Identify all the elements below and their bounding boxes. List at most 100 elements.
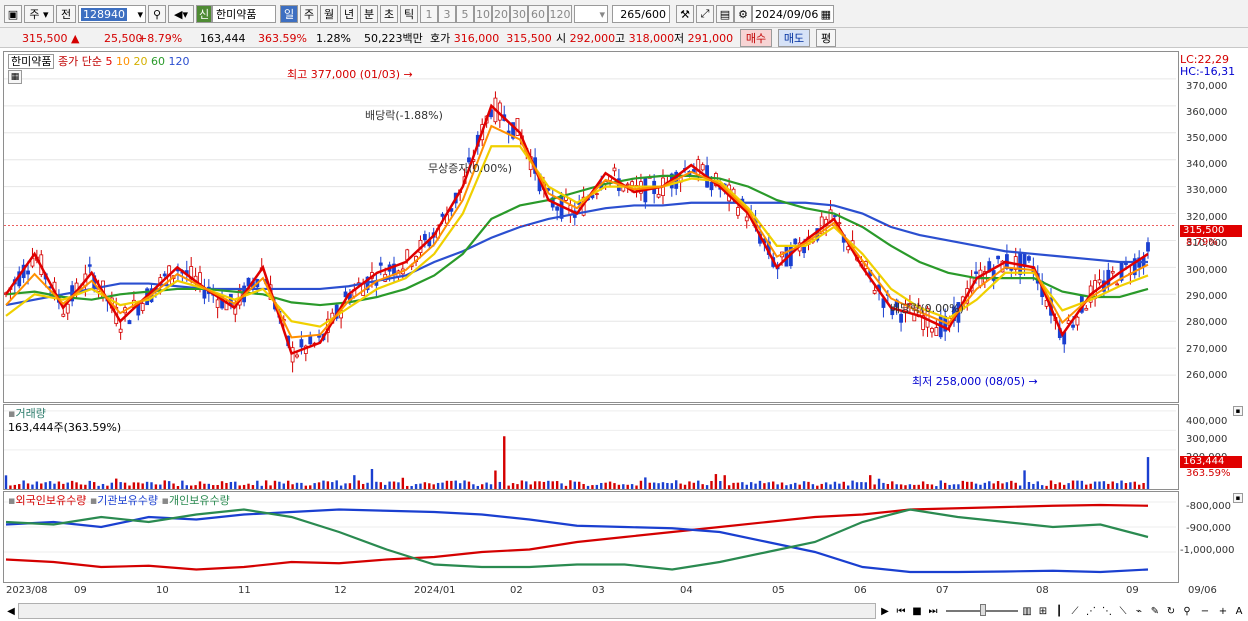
draw-line-icon[interactable]: ⤢ [696,5,714,23]
volume-bar [666,482,669,489]
layout-icon[interactable]: ▣ [4,5,22,23]
x-label: 09 [1126,585,1139,596]
volume-bar [661,482,665,489]
volume-bar [582,483,585,489]
volume-bar [110,482,114,489]
period-day-tab[interactable]: 일 [280,5,298,23]
volume-bar [379,482,382,489]
price-chart[interactable] [4,52,1178,402]
scroll-right-icon[interactable]: ▶ [878,603,892,619]
bar-chart-icon[interactable]: ▥ [1020,603,1034,619]
buy-button[interactable]: 매수 [740,29,772,47]
minute-5-button[interactable]: 5 [456,5,474,23]
period-week-label: 주 [303,8,315,21]
custom-period-select[interactable]: ▾ [574,5,608,23]
volume-bar [873,484,876,489]
minute-10-button[interactable]: 10 [474,5,492,23]
legend-ma-20: 20 [133,55,148,68]
candle-icon[interactable]: ┃ [1052,603,1066,619]
period-month-tab[interactable]: 월 [320,5,338,23]
scrollbar-track[interactable] [18,603,876,619]
volume-bar [1067,483,1070,489]
minute-1-button[interactable]: 1 [420,5,438,23]
period-year-tab[interactable]: 년 [340,5,358,23]
volume-bar [970,481,973,489]
volume-bar [1085,484,1088,489]
avg-label: 평 [820,32,832,45]
period-second-label: 초 [383,8,395,21]
volume-bar [1071,480,1075,489]
indicator-icon[interactable]: ⋰ [1084,603,1098,619]
line-chart-icon[interactable]: ⟋ [1068,603,1082,619]
volume-bar [348,483,352,489]
scroll-left-icon[interactable]: ◀ [4,603,18,619]
stock-name-field[interactable]: 한미약품 [212,5,276,23]
legend-stock: 한미약품 [8,54,55,69]
calendar-icon[interactable]: ▦ [821,8,831,21]
volume-bar [780,482,784,489]
period-week-tab[interactable]: 주 [300,5,318,23]
volume-bar [957,484,960,489]
period-minute-tab[interactable]: 분 [360,5,378,23]
volume-bar [516,484,519,489]
font-size-icon[interactable]: A [1232,603,1246,619]
volume-bar [256,480,259,489]
volume-bar [1102,481,1106,489]
price-tag-pct: 8.79% [1186,237,1218,248]
volume-bar [331,482,334,489]
avg-button[interactable]: 평 [816,29,836,47]
volume-chart[interactable] [4,405,1178,489]
bid-value: 315,500 [506,31,552,45]
volume-bar [467,481,471,489]
gear-icon[interactable]: ⚙ [734,5,752,23]
save-icon[interactable]: ▤ [716,5,734,23]
search-icon[interactable]: ⚲ [148,5,166,23]
stop-icon[interactable]: ■ [910,603,924,619]
minute-30-button[interactable]: 30 [510,5,528,23]
speaker-icon[interactable]: ◀▾ [168,5,194,23]
compare-icon[interactable]: ⋱ [1100,603,1114,619]
volume-bar [600,482,603,489]
trend-icon[interactable]: ⟍ [1116,603,1130,619]
sell-button[interactable]: 매도 [778,29,810,47]
zoom-out-icon[interactable]: − [1198,603,1212,619]
turnover-value: 1.28% [316,31,351,45]
zoom-in-icon[interactable]: + [1216,603,1230,619]
volume-bar [35,481,39,489]
date-field[interactable]: 2024/09/06 ▦ [752,5,834,23]
volume-bar [525,481,528,489]
individual-holdings-line [5,508,1149,571]
candle [378,262,383,266]
zoom-search-icon[interactable]: ⚲ [1180,603,1194,619]
stock-name: 한미약품 [216,8,257,21]
period-tick-tab[interactable]: 틱 [400,5,418,23]
volume-bar [1001,483,1004,489]
chart-tools-icon[interactable]: ⚒ [676,5,694,23]
first-page-icon[interactable]: ⏮ [894,603,908,619]
prev-button[interactable]: 전 [56,5,76,23]
chart-type-icon[interactable]: ⊞ [1036,603,1050,619]
minute-120-button[interactable]: 120 [548,5,572,23]
volume-bar [851,480,854,489]
pattern-icon[interactable]: ⌁ [1132,603,1146,619]
price-change: 25,500 [104,30,143,46]
dividend-annotation-1: 배당락(-1.88%) [365,107,443,123]
price-tick: 330,000 [1186,185,1228,196]
volume-bar [860,482,863,489]
minute-20-button[interactable]: 20 [492,5,510,23]
zoom-slider-thumb[interactable] [980,604,986,616]
count-field[interactable]: 265/600 [612,5,670,23]
minute-3-button[interactable]: 3 [438,5,456,23]
candle [1084,307,1089,311]
grid-toggle-icon[interactable]: ▦ [8,70,22,84]
refresh-icon[interactable]: ↻ [1164,603,1178,619]
volume-bar [1063,484,1066,489]
market-select[interactable]: 주 ▾ [24,5,54,23]
stock-code-input[interactable]: 128940 ▾ [78,5,146,23]
minute-60-button[interactable]: 60 [528,5,548,23]
volume-bar [763,483,766,489]
last-page-icon[interactable]: ⏭ [926,603,940,619]
edit-icon[interactable]: ✎ [1148,603,1162,619]
period-second-tab[interactable]: 초 [380,5,398,23]
volume-bar [145,481,149,489]
